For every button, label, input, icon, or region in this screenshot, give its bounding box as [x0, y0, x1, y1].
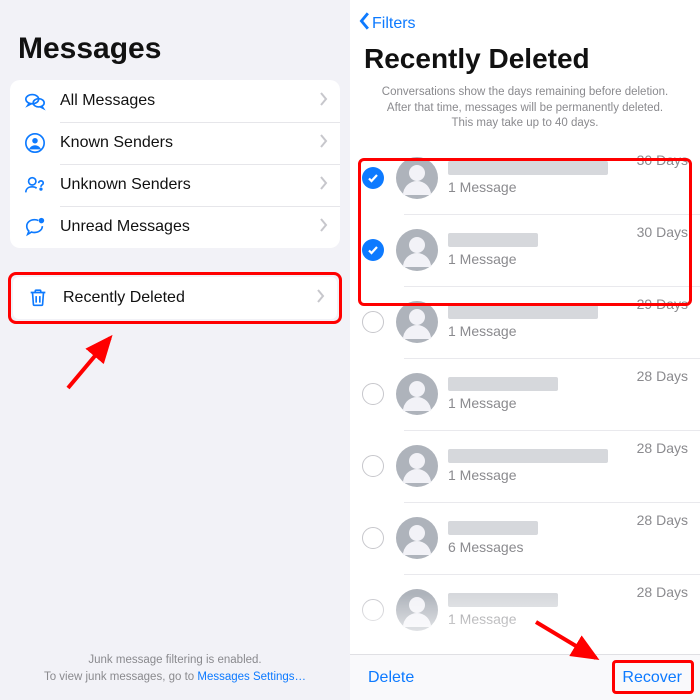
chevron-right-icon	[320, 92, 328, 111]
filter-label: Unread Messages	[60, 218, 320, 236]
filter-list-card: All Messages Known Senders Unknown Senders…	[10, 80, 340, 248]
redacted-name	[448, 377, 558, 391]
recently-deleted-row[interactable]: Recently Deleted	[13, 277, 337, 319]
message-count: 6 Messages	[448, 539, 629, 555]
avatar-icon	[396, 301, 438, 343]
message-count: 1 Message	[448, 323, 629, 339]
avatar-icon	[396, 157, 438, 199]
avatar-icon	[396, 517, 438, 559]
recently-deleted-label: Recently Deleted	[63, 289, 317, 307]
back-button[interactable]: Filters	[350, 0, 700, 37]
highlight-recently-deleted: Recently Deleted	[8, 272, 342, 324]
redacted-name	[448, 449, 608, 463]
message-count: 1 Message	[448, 179, 629, 195]
recently-deleted-pane: Filters Recently Deleted Conversations s…	[350, 0, 700, 700]
recently-deleted-card: Recently Deleted	[13, 277, 337, 319]
days-remaining: 28 Days	[637, 368, 688, 384]
page-title: Messages	[0, 10, 350, 80]
page-title: Recently Deleted	[350, 37, 700, 81]
conversation-meta: 1 Message	[448, 377, 629, 411]
days-remaining: 30 Days	[637, 152, 688, 168]
recover-button[interactable]: Recover	[622, 669, 682, 687]
chevron-right-icon	[320, 218, 328, 237]
fade-overlay	[350, 594, 700, 654]
chevron-right-icon	[320, 134, 328, 153]
conversation-row[interactable]: 1 Message 28 Days	[350, 430, 700, 502]
messages-settings-link[interactable]: Messages Settings…	[197, 671, 306, 683]
conversation-row[interactable]: 1 Message 30 Days	[350, 142, 700, 214]
conversation-row[interactable]: 1 Message 29 Days	[350, 286, 700, 358]
filter-row-unknown-senders[interactable]: Unknown Senders	[10, 164, 340, 206]
conversation-row[interactable]: 6 Messages 28 Days	[350, 502, 700, 574]
redacted-name	[448, 305, 598, 319]
filter-label: Unknown Senders	[60, 176, 320, 194]
chevron-right-icon	[317, 289, 325, 308]
conversation-meta: 1 Message	[448, 233, 629, 267]
back-label: Filters	[372, 15, 416, 33]
conversation-list: 1 Message30 Days1 Message30 Days1 Messag…	[350, 142, 700, 646]
conversation-row[interactable]: 1 Message 28 Days	[350, 358, 700, 430]
filter-row-known-senders[interactable]: Known Senders	[10, 122, 340, 164]
message-count: 1 Message	[448, 251, 629, 267]
footer-note: Junk message filtering is enabled. To vi…	[0, 652, 350, 687]
info-note: Conversations show the days remaining be…	[350, 81, 700, 142]
trash-icon	[25, 287, 51, 309]
days-remaining: 29 Days	[637, 296, 688, 312]
conversation-meta: 6 Messages	[448, 521, 629, 555]
footer-line1: Junk message filtering is enabled.	[0, 652, 350, 669]
filter-row-all-messages[interactable]: All Messages	[10, 80, 340, 122]
filter-row-unread-messages[interactable]: Unread Messages	[10, 206, 340, 248]
chevron-left-icon	[358, 12, 370, 35]
redacted-name	[448, 233, 538, 247]
bottom-toolbar: Delete Recover	[350, 654, 700, 700]
avatar-icon	[396, 229, 438, 271]
bubble-dot-icon	[22, 216, 48, 238]
footer-line2: To view junk messages, go to Messages Se…	[0, 669, 350, 686]
avatar-icon	[396, 445, 438, 487]
conversation-meta: 1 Message	[448, 161, 629, 195]
annotation-arrow-icon	[60, 328, 130, 398]
selection-checkbox[interactable]	[362, 167, 384, 189]
days-remaining: 30 Days	[637, 224, 688, 240]
days-remaining: 28 Days	[637, 440, 688, 456]
conversation-meta: 1 Message	[448, 305, 629, 339]
message-count: 1 Message	[448, 467, 629, 483]
redacted-name	[448, 521, 538, 535]
bubbles-icon	[22, 90, 48, 112]
selection-checkbox[interactable]	[362, 455, 384, 477]
messages-filters-pane: Messages All Messages Known Senders Unknow…	[0, 0, 350, 700]
chevron-right-icon	[320, 176, 328, 195]
message-count: 1 Message	[448, 395, 629, 411]
filter-label: All Messages	[60, 92, 320, 110]
days-remaining: 28 Days	[637, 512, 688, 528]
person-question-icon	[22, 174, 48, 196]
selection-checkbox[interactable]	[362, 239, 384, 261]
delete-button[interactable]: Delete	[368, 669, 414, 687]
selection-checkbox[interactable]	[362, 383, 384, 405]
avatar-icon	[396, 373, 438, 415]
selection-checkbox[interactable]	[362, 527, 384, 549]
selection-checkbox[interactable]	[362, 311, 384, 333]
redacted-name	[448, 161, 608, 175]
conversation-row[interactable]: 1 Message 30 Days	[350, 214, 700, 286]
filter-label: Known Senders	[60, 134, 320, 152]
conversation-meta: 1 Message	[448, 449, 629, 483]
person-circle-icon	[22, 132, 48, 154]
